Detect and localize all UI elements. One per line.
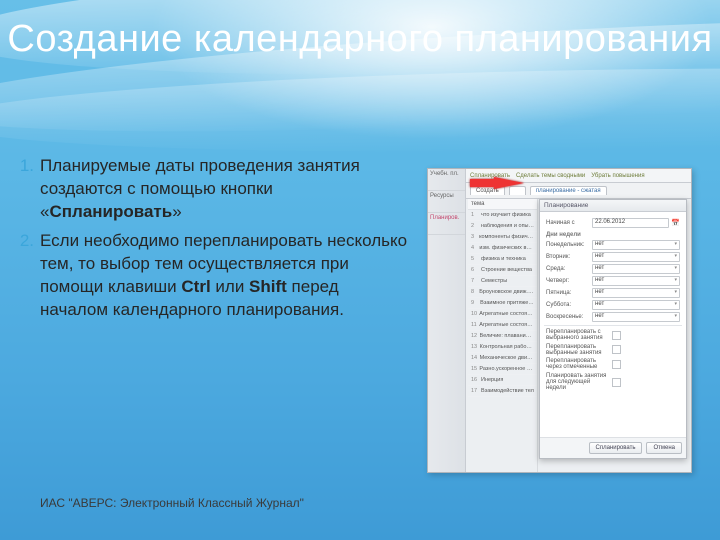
topic-row[interactable]: 12Величие: плавание тел... <box>468 331 537 342</box>
topic-row[interactable]: 7Семестры <box>468 276 537 287</box>
checkbox-row: Перепланировать выбранные занятия <box>546 344 680 357</box>
day-select[interactable]: нет <box>592 312 680 322</box>
day-label: Суббота: <box>546 302 592 308</box>
topic-row[interactable]: 15Разно.ускоренное движ... <box>468 364 537 375</box>
topic-row[interactable]: 3компоненты физич. вели... <box>468 232 537 243</box>
day-row: Пятница:нет <box>546 288 680 298</box>
calendar-icon[interactable]: 📅 <box>671 219 680 227</box>
bullet-item: 1.Планируемые даты проведения занятия со… <box>40 155 410 224</box>
toolbar-button[interactable]: Убрать повышения <box>591 173 644 179</box>
app-sidebar: Учебн. пл.РесурсыПланиров. <box>428 169 466 472</box>
day-select[interactable]: нет <box>592 276 680 286</box>
day-label: Пятница: <box>546 290 592 296</box>
checkbox-label: Перепланировать выбранные занятия <box>546 344 608 357</box>
topic-row[interactable]: 14Механическое движение <box>468 353 537 364</box>
day-label: Среда: <box>546 266 592 272</box>
day-row: Четверг:нет <box>546 276 680 286</box>
slide-body: 1.Планируемые даты проведения занятия со… <box>40 155 410 328</box>
topic-row[interactable]: 2наблюдения и опыты <box>468 221 537 232</box>
topic-list-header: тема <box>468 199 537 210</box>
bullet-number: 1. <box>8 155 34 178</box>
plan-ok-button[interactable]: Спланировать <box>589 442 643 454</box>
day-label: Четверг: <box>546 278 592 284</box>
day-select[interactable]: нет <box>592 252 680 262</box>
topic-row[interactable]: 5физика и техника <box>468 254 537 265</box>
days-header: Дни недели <box>546 232 680 238</box>
slide-title: Создание календарного планирования <box>0 18 720 62</box>
day-select[interactable]: нет <box>592 240 680 250</box>
checkbox-row: Планировать занятия для следующей недели <box>546 373 680 392</box>
bullet-number: 2. <box>8 230 34 253</box>
checkbox-row: Перепланировать с выбранного занятия <box>546 329 680 342</box>
topic-row[interactable]: 11Агрегатные состояния в... <box>468 320 537 331</box>
day-label: Вторник: <box>546 254 592 260</box>
day-select[interactable]: нет <box>592 300 680 310</box>
checkbox-label: Перепланировать с выбранного занятия <box>546 329 608 342</box>
bullet-text: Если необходимо перепланировать нескольк… <box>40 231 407 319</box>
topic-row[interactable]: 10Агрегатные состояния в... <box>468 309 537 320</box>
day-row: Вторник:нет <box>546 252 680 262</box>
day-row: Суббота:нет <box>546 300 680 310</box>
checkbox-label: Планировать занятия для следующей недели <box>546 373 608 392</box>
plan-cancel-button[interactable]: Отмена <box>646 442 682 454</box>
sidebar-item[interactable]: Ресурсы <box>428 191 465 213</box>
plan-dialog: Планирование Начиная с 22.06.2012 📅 Дни … <box>539 199 687 459</box>
checkbox[interactable] <box>612 331 621 340</box>
checkbox[interactable] <box>612 378 621 387</box>
start-date-label: Начиная с <box>546 220 592 226</box>
bullet-item: 2.Если необходимо перепланировать нескол… <box>40 230 410 322</box>
topic-row[interactable]: 8Броуновское движ. Диф... <box>468 287 537 298</box>
topic-row[interactable]: 13Контрольная работа №2 <box>468 342 537 353</box>
toolbar-button[interactable]: Сделать темы сводными <box>516 173 585 179</box>
tab[interactable]: планирование - сжатая <box>530 186 607 195</box>
slide-footer: ИАС "АВЕРС: Электронный Классный Журнал" <box>40 496 304 510</box>
sidebar-item[interactable]: Учебн. пл. <box>428 169 465 191</box>
start-date-input[interactable]: 22.06.2012 <box>592 218 669 228</box>
topic-row[interactable]: 4изм. физических величин <box>468 243 537 254</box>
checkbox[interactable] <box>612 345 621 354</box>
red-arrow-icon <box>494 177 524 189</box>
dialog-title: Планирование <box>540 200 686 212</box>
sidebar-item[interactable]: Планиров. <box>428 213 465 235</box>
topic-row[interactable]: 16Инерция <box>468 375 537 386</box>
checkbox-row: Перепланировать через отмеченные <box>546 358 680 371</box>
bullet-text: Планируемые даты проведения занятия созд… <box>40 156 360 221</box>
app-screenshot: Учебн. пл.РесурсыПланиров. Спланировать С… <box>427 168 692 473</box>
checkbox-label: Перепланировать через отмеченные <box>546 358 608 371</box>
day-row: Воскресенье:нет <box>546 312 680 322</box>
day-label: Понедельник: <box>546 242 592 248</box>
topic-row[interactable]: 6Строение вещества <box>468 265 537 276</box>
topic-row[interactable]: 1что изучает физика <box>468 210 537 221</box>
topic-row[interactable]: 9Взаимное притяжени... <box>468 298 537 309</box>
day-select[interactable]: нет <box>592 264 680 274</box>
checkbox[interactable] <box>612 360 621 369</box>
day-select[interactable]: нет <box>592 288 680 298</box>
slide-title-wrap: Создание календарного планирования <box>0 18 720 62</box>
day-row: Среда:нет <box>546 264 680 274</box>
topic-list: тема 1что изучает физика2наблюдения и оп… <box>468 199 538 472</box>
day-row: Понедельник:нет <box>546 240 680 250</box>
day-label: Воскресенье: <box>546 314 592 320</box>
topic-row[interactable]: 17Взаимодействие тел <box>468 386 537 397</box>
